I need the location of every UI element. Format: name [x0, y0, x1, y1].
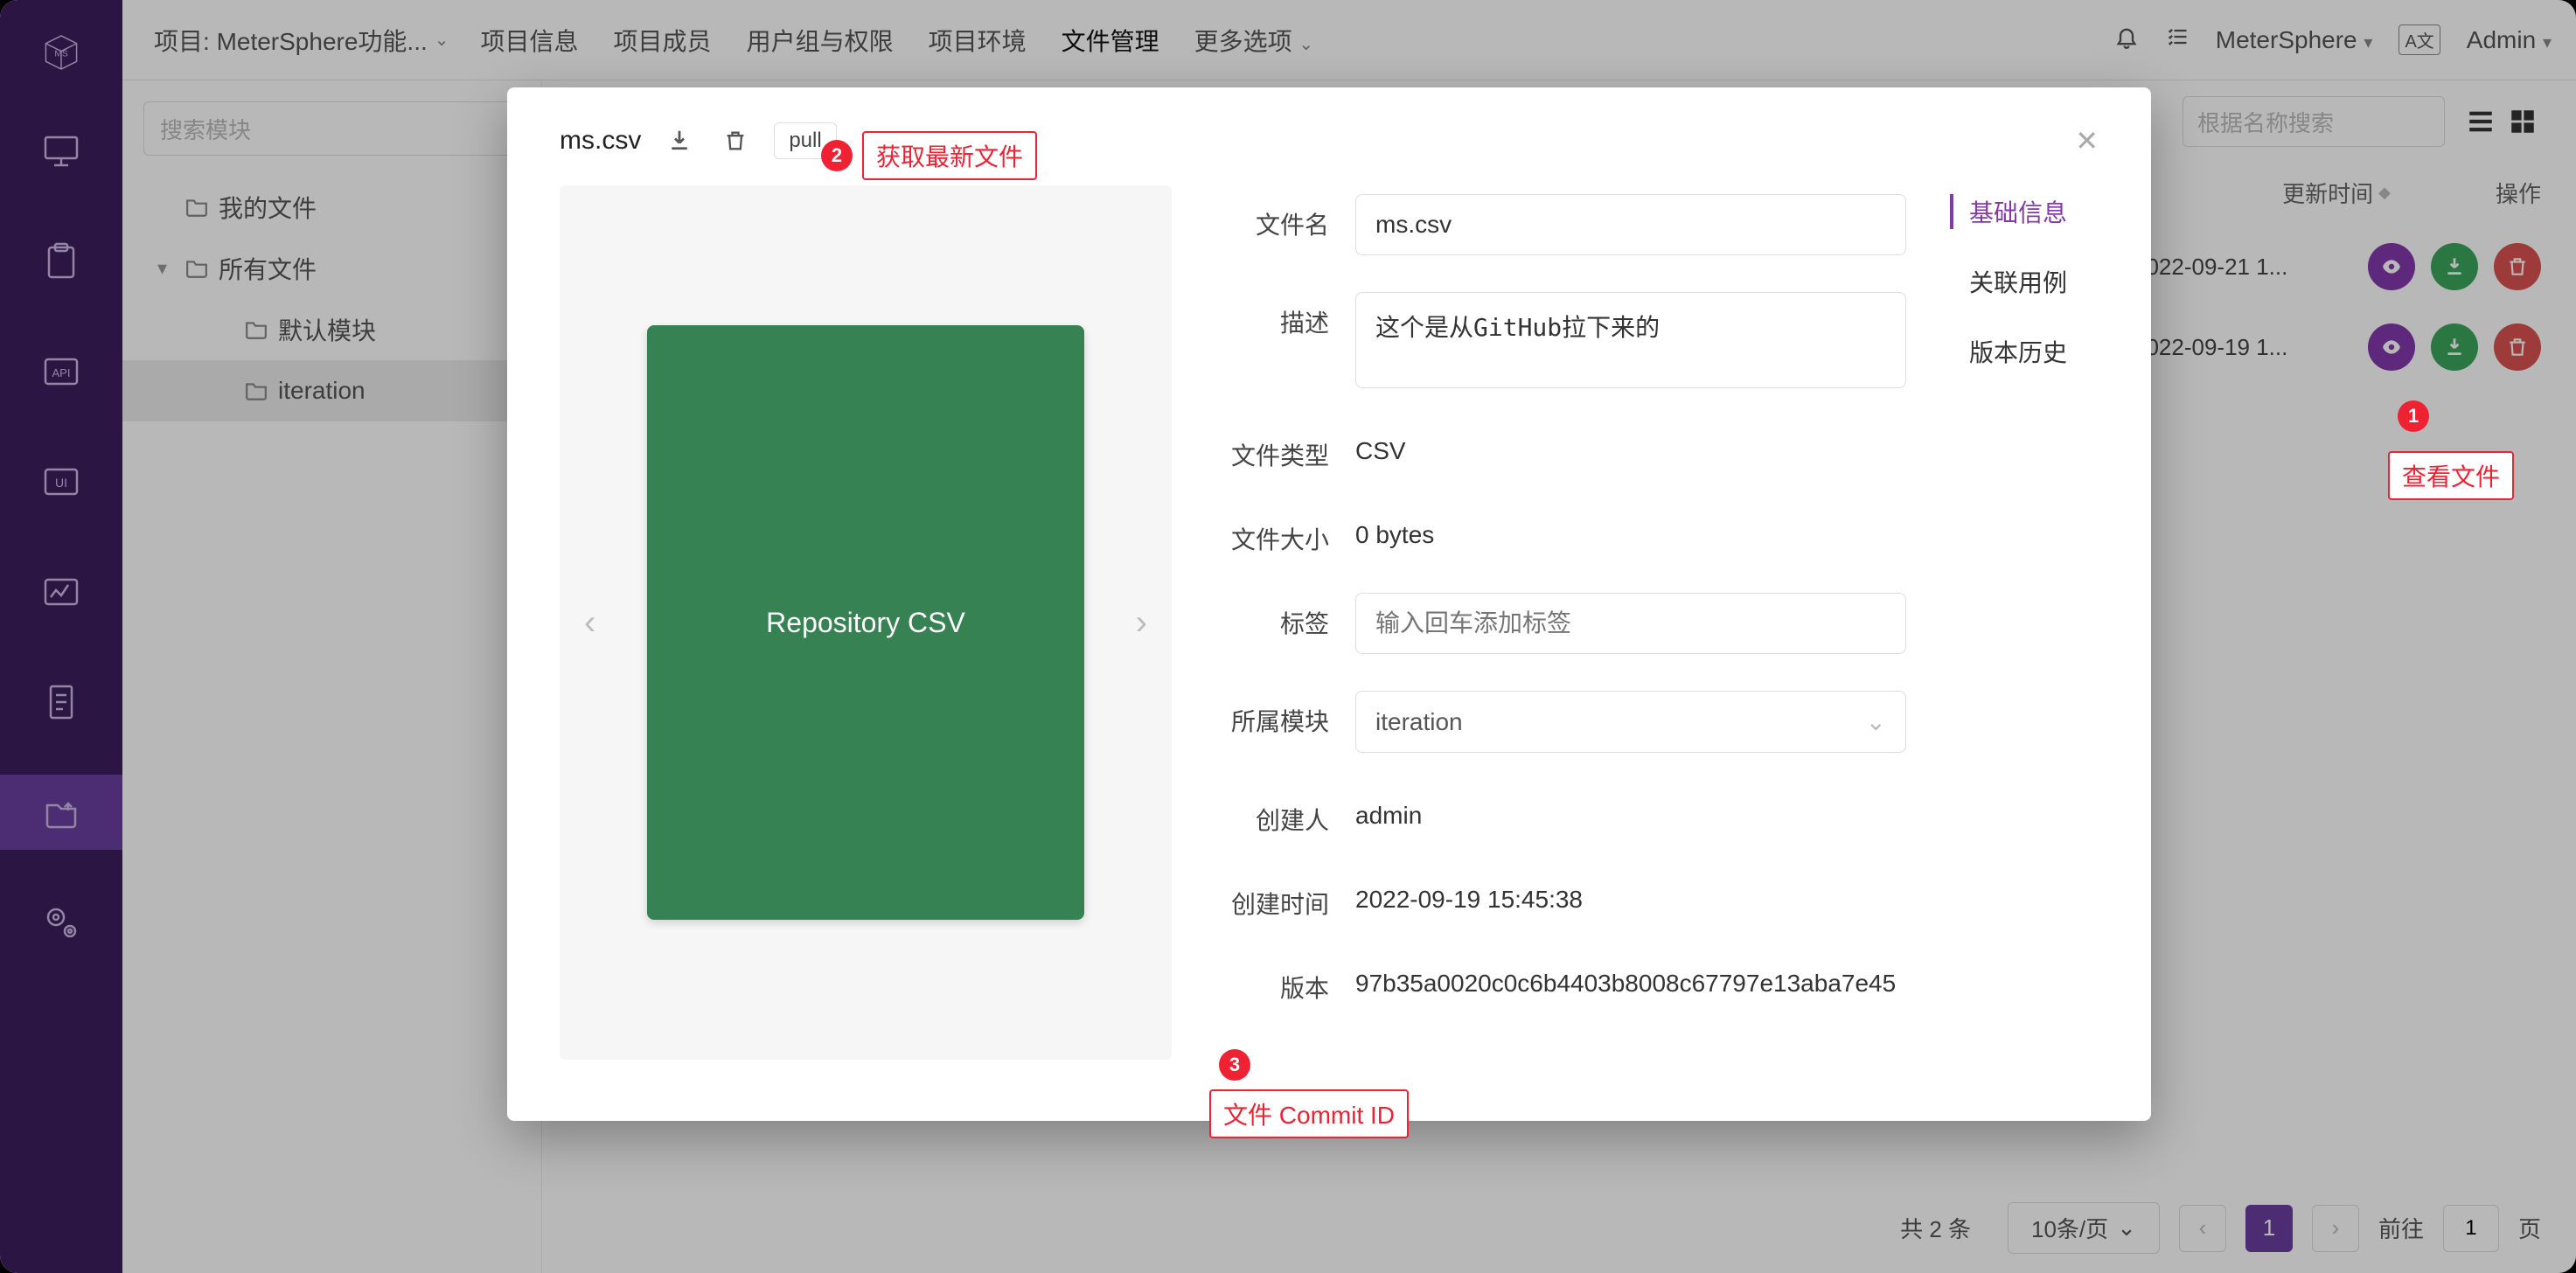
module-select[interactable]: iteration⌄: [1355, 691, 1906, 753]
annotation-badge-2: 2: [821, 140, 853, 171]
prev-arrow-icon[interactable]: ‹: [584, 603, 595, 643]
next-arrow-icon[interactable]: ›: [1136, 603, 1147, 643]
download-icon[interactable]: [662, 123, 697, 158]
tags-input[interactable]: [1355, 593, 1906, 654]
annotation-label-view: 查看文件: [2388, 451, 2514, 500]
dialog-title: ms.csv: [560, 126, 641, 156]
label-version: 版本: [1215, 957, 1329, 1005]
annotation-label-commit: 文件 Commit ID: [1209, 1089, 1409, 1138]
tab-cases[interactable]: 关联用例: [1950, 264, 2099, 299]
detail-tabs: 基础信息 关联用例 版本历史: [1950, 185, 2099, 369]
label-module: 所属模块: [1215, 691, 1329, 738]
preview-card: Repository CSV: [647, 325, 1084, 920]
label-tags: 标签: [1215, 593, 1329, 640]
value-version: 97b35a0020c0c6b4403b8008c67797e13aba7e45: [1355, 957, 1906, 998]
label-creator: 创建人: [1215, 790, 1329, 837]
label-desc: 描述: [1215, 292, 1329, 339]
trash-icon[interactable]: [718, 123, 753, 158]
annotation-label-pull: 获取最新文件: [862, 131, 1037, 180]
label-filename: 文件名: [1215, 194, 1329, 241]
tab-history[interactable]: 版本历史: [1950, 334, 2099, 369]
annotation-badge-1: 1: [2398, 400, 2429, 432]
label-created: 创建时间: [1215, 873, 1329, 921]
label-size: 文件大小: [1215, 509, 1329, 556]
desc-textarea[interactable]: [1355, 292, 1906, 388]
value-created: 2022-09-19 15:45:38: [1355, 873, 1906, 914]
close-icon[interactable]: ✕: [2075, 124, 2099, 157]
value-type: CSV: [1355, 425, 1906, 465]
annotation-badge-3: 3: [1219, 1049, 1250, 1081]
value-size: 0 bytes: [1355, 509, 1906, 549]
file-preview: ‹ Repository CSV ›: [560, 185, 1172, 1060]
file-detail-dialog: ms.csv pull ✕ ‹ Repository CSV › 文件名 描述: [507, 87, 2151, 1121]
filename-input[interactable]: [1355, 194, 1906, 255]
value-creator: admin: [1355, 790, 1906, 830]
tab-basic[interactable]: 基础信息: [1950, 194, 2099, 229]
file-info-form: 文件名 描述 文件类型 CSV 文件大小 0 bytes 标签: [1215, 185, 1906, 1005]
label-type: 文件类型: [1215, 425, 1329, 472]
